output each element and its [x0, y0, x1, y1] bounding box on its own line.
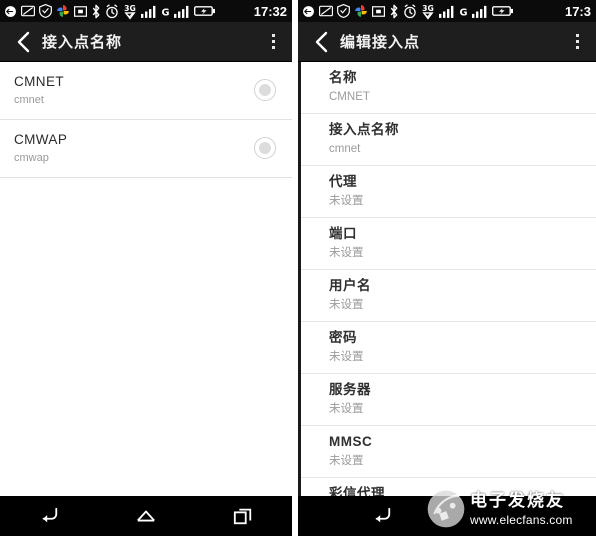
apn-radio-button[interactable]: [254, 137, 276, 159]
field-row-username[interactable]: 用户名 未设置: [301, 270, 596, 322]
list-item[interactable]: CMNET cmnet: [0, 62, 292, 120]
status-bar-clock-left: 17:32: [253, 3, 287, 19]
bluetooth-icon: [91, 4, 101, 19]
field-label: 接入点名称: [329, 122, 399, 137]
status-bar-right: 3G G 17:3: [298, 0, 596, 22]
phone-screen-apn-list: 3G G 17:32 接入点名称 CMNET cmnet CMWAP cmwap: [0, 0, 292, 536]
edit-apn-content: 名称 CMNET 接入点名称 cmnet 代理 未设置 端口 未设置 用户名 未…: [298, 62, 596, 536]
action-bar-right: 编辑接入点: [298, 22, 596, 62]
field-value: 未设置: [329, 351, 364, 363]
apn-item-identifier: cmwap: [14, 152, 49, 164]
field-label: 服务器: [329, 382, 371, 397]
signal-bars-icon: [141, 5, 157, 18]
phone-screen-edit-apn: 3G G 17:3 编辑接入点 名称 CMNET 接入点名称 cmnet 代理 …: [298, 0, 596, 536]
menu-dot: [575, 34, 579, 37]
screen-left-edge: [298, 62, 301, 536]
field-value: cmnet: [329, 143, 361, 155]
field-label: MMSC: [329, 434, 373, 449]
field-label: 代理: [329, 174, 357, 189]
field-label: 名称: [329, 70, 357, 85]
field-value: 未设置: [329, 195, 364, 207]
field-row-name[interactable]: 名称 CMNET: [301, 62, 596, 114]
list-item[interactable]: CMWAP cmwap: [0, 120, 292, 178]
status-bar-icons-left: 3G G: [4, 3, 215, 20]
bluetooth-icon: [389, 4, 399, 19]
field-row-proxy[interactable]: 代理 未设置: [301, 166, 596, 218]
shield-icon: [337, 4, 350, 18]
overflow-menu-icon[interactable]: [262, 27, 284, 57]
field-row-server[interactable]: 服务器 未设置: [301, 374, 596, 426]
action-bar-left: 接入点名称: [0, 22, 292, 62]
field-row-port[interactable]: 端口 未设置: [301, 218, 596, 270]
svg-text:3G: 3G: [124, 3, 136, 12]
svg-text:3G: 3G: [422, 3, 434, 12]
field-label: 端口: [329, 226, 357, 241]
apn-item-texts: CMNET cmnet: [14, 73, 254, 107]
alarm-icon: [403, 3, 417, 19]
apn-field-list: 名称 CMNET 接入点名称 cmnet 代理 未设置 端口 未设置 用户名 未…: [298, 62, 596, 529]
apn-item-name: CMNET: [14, 74, 64, 89]
field-label: 密码: [329, 330, 357, 345]
back-chevron-icon[interactable]: [308, 29, 334, 55]
menu-dot: [575, 40, 579, 43]
field-value: 未设置: [329, 247, 364, 259]
apn-radio-button[interactable]: [254, 79, 276, 101]
radio-inner-dot: [259, 142, 271, 154]
recents-nav-icon[interactable]: [221, 499, 265, 533]
battery-charging-icon: [194, 5, 215, 17]
signal-bars-icon: [439, 5, 455, 18]
network-3g-icon: 3G: [123, 3, 137, 20]
apn-item-name: CMWAP: [14, 132, 68, 147]
svg-text:G: G: [459, 7, 467, 18]
page-title: 接入点名称: [42, 34, 123, 51]
field-value: 未设置: [329, 299, 364, 311]
home-nav-icon[interactable]: [124, 499, 168, 533]
screenshot-icon: [319, 5, 333, 17]
signal-bars-2-icon: [472, 5, 488, 18]
field-value: 未设置: [329, 455, 364, 467]
menu-dot: [575, 46, 579, 49]
navigation-bar-right: [298, 496, 596, 536]
menu-dot: [271, 40, 275, 43]
alarm-icon: [105, 3, 119, 19]
signal-bars-2-icon: [174, 5, 190, 18]
screenshot-stage: 3G G 17:32 接入点名称 CMNET cmnet CMWAP cmwap…: [0, 0, 596, 536]
sd-card-icon: [74, 5, 87, 17]
svg-text:G: G: [161, 7, 169, 18]
network-3g-icon: 3G: [421, 3, 435, 20]
gprs-g-icon: G: [161, 5, 170, 18]
navigation-bar-left: [0, 496, 292, 536]
menu-dot: [271, 34, 275, 37]
shield-icon: [39, 4, 52, 18]
battery-charging-icon: [492, 5, 513, 17]
apn-list-content: CMNET cmnet CMWAP cmwap: [0, 62, 292, 536]
usb-icon: [302, 5, 315, 18]
status-bar-clock-right: 17:3: [564, 3, 591, 19]
google-photos-icon: [56, 4, 70, 18]
back-nav-icon[interactable]: [27, 499, 71, 533]
apn-item-texts: CMWAP cmwap: [14, 131, 254, 165]
status-bar-icons-right: 3G G: [302, 3, 513, 20]
page-title: 编辑接入点: [340, 34, 421, 51]
field-label: 用户名: [329, 278, 371, 293]
field-value: CMNET: [329, 91, 370, 103]
back-chevron-icon[interactable]: [10, 29, 36, 55]
radio-inner-dot: [259, 84, 271, 96]
apn-item-identifier: cmnet: [14, 94, 44, 106]
menu-dot: [271, 46, 275, 49]
google-photos-icon: [354, 4, 368, 18]
usb-icon: [4, 5, 17, 18]
field-value: 未设置: [329, 403, 364, 415]
screenshot-icon: [21, 5, 35, 17]
status-bar-left: 3G G 17:32: [0, 0, 292, 22]
overflow-menu-icon[interactable]: [566, 27, 588, 57]
field-row-apn[interactable]: 接入点名称 cmnet: [301, 114, 596, 166]
gprs-g-icon: G: [459, 5, 468, 18]
back-nav-icon[interactable]: [360, 499, 404, 533]
field-row-mmsc[interactable]: MMSC 未设置: [301, 426, 596, 478]
sd-card-icon: [372, 5, 385, 17]
field-row-password[interactable]: 密码 未设置: [301, 322, 596, 374]
